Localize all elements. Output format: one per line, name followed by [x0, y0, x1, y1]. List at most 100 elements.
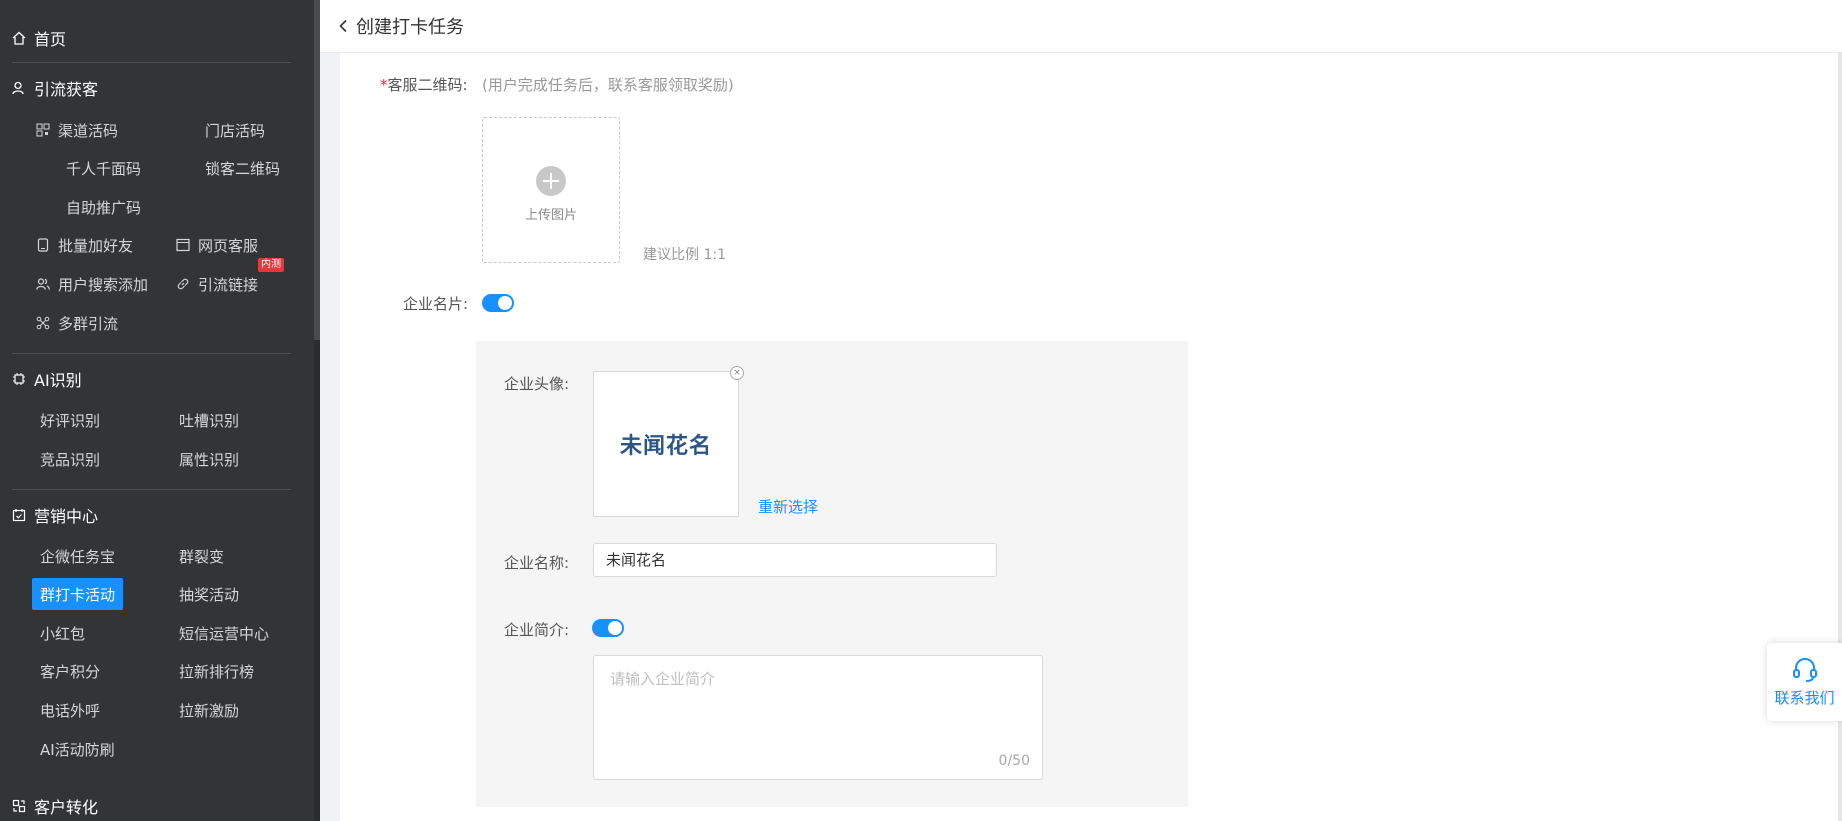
sidebar-item-group-fission[interactable]: 群裂变	[179, 541, 224, 571]
back-button[interactable]: 创建打卡任务	[338, 13, 464, 39]
avatar-label: 企业头像:	[504, 375, 570, 393]
avatar-image-text: 未闻花名	[619, 434, 712, 459]
sidebar: 首页 引流获客 渠道活码 门店活码 千人千面码 锁客二维码 自助推广码 批量加好…	[0, 0, 320, 821]
users-icon	[36, 278, 50, 290]
browser-icon	[176, 238, 190, 252]
sidebar-item-label: 网页客服	[198, 236, 259, 255]
sidebar-item-customer-points[interactable]: 客户积分	[40, 656, 100, 686]
sidebar-item-batch-add-friends[interactable]: 批量加好友	[36, 230, 133, 260]
sidebar-section-marketing[interactable]: 营销中心	[12, 503, 98, 527]
sidebar-item-label: 用户搜索添加	[58, 275, 149, 294]
sidebar-item-label: 企微任务宝	[40, 547, 116, 566]
sidebar-section-conversion[interactable]: 客户转化	[12, 794, 98, 818]
sidebar-item-label: 属性识别	[179, 450, 240, 469]
sidebar-item-outbound-call[interactable]: 电话外呼	[40, 695, 100, 725]
link-icon	[177, 278, 189, 290]
sidebar-item-personalized-code[interactable]: 千人千面码	[66, 153, 141, 183]
chip-icon	[13, 373, 25, 385]
sidebar-home-label: 首页	[34, 30, 67, 49]
convert-icon	[12, 799, 26, 813]
sidebar-item-lock-qrcode[interactable]: 锁客二维码	[205, 153, 280, 183]
sidebar-item-label: 群裂变	[179, 547, 225, 566]
sidebar-item-label: 竞品识别	[40, 450, 101, 469]
sidebar-item-sms-center[interactable]: 短信运营中心	[179, 618, 269, 648]
sidebar-section-title: 客户转化	[34, 798, 99, 817]
contact-us-label: 联系我们	[1774, 689, 1835, 707]
sidebar-item-ai-anti-fraud[interactable]: AI活动防刷	[40, 734, 115, 764]
sidebar-item-label: 渠道活码	[58, 121, 119, 140]
sidebar-item-label: 小红包	[40, 624, 86, 643]
phone-icon	[37, 238, 49, 252]
sidebar-item-label: 客户积分	[40, 662, 101, 681]
sidebar-item-user-search-add[interactable]: 用户搜索添加	[36, 269, 148, 299]
required-mark: *	[380, 76, 388, 94]
company-intro-label: 企业简介:	[504, 621, 570, 639]
share-icon	[36, 316, 50, 330]
qrcode-icon	[36, 123, 50, 137]
textarea-placeholder: 请输入企业简介	[610, 670, 716, 688]
sidebar-section-title: 引流获客	[34, 80, 99, 99]
sidebar-item-competitor[interactable]: 竞品识别	[40, 444, 100, 474]
company-name-input[interactable]: 未闻花名	[593, 543, 997, 577]
sidebar-section-title: 营销中心	[34, 507, 99, 526]
company-name-label: 企业名称:	[504, 554, 570, 572]
sidebar-item-label: 拉新激励	[179, 701, 240, 720]
sidebar-item-positive-review[interactable]: 好评识别	[40, 405, 100, 435]
business-card-toggle[interactable]	[482, 294, 514, 312]
sidebar-item-attribute[interactable]: 属性识别	[179, 444, 239, 474]
qrcode-label: *客服二维码:	[380, 74, 468, 95]
sidebar-item-ranking[interactable]: 拉新排行榜	[179, 656, 254, 686]
sidebar-item-channel-code[interactable]: 渠道活码	[36, 115, 118, 145]
sidebar-item-label: 门店活码	[205, 121, 266, 140]
home-icon	[12, 31, 26, 45]
sidebar-section-title: AI识别	[34, 371, 82, 390]
sidebar-item-label: 吐槽识别	[179, 411, 240, 430]
qrcode-upload[interactable]: 上传图片	[482, 117, 620, 263]
sidebar-item-label: 好评识别	[40, 411, 101, 430]
sidebar-item-red-packet[interactable]: 小红包	[40, 618, 85, 648]
sidebar-item-lottery[interactable]: 抽奖活动	[179, 579, 239, 609]
sidebar-item-web-service[interactable]: 网页客服	[176, 230, 258, 260]
sidebar-item-label: 短信运营中心	[179, 624, 270, 643]
sidebar-section-traffic[interactable]: 引流获客	[12, 76, 98, 100]
sidebar-item-label: AI活动防刷	[40, 740, 115, 759]
sidebar-item-task-treasure[interactable]: 企微任务宝	[40, 541, 115, 571]
qrcode-hint: (用户完成任务后，联系客服领取奖励)	[482, 76, 734, 94]
page-header: 创建打卡任务	[320, 0, 1842, 53]
sidebar-item-traffic-link[interactable]: 引流链接	[176, 269, 258, 299]
char-counter: 0/50	[998, 753, 1030, 769]
sidebar-item-label: 拉新排行榜	[179, 662, 255, 681]
company-intro-textarea[interactable]: 请输入企业简介 0/50	[593, 655, 1043, 780]
close-icon[interactable]: ×	[730, 366, 744, 380]
company-avatar[interactable]: 未闻花名	[593, 371, 739, 517]
user-icon	[12, 81, 24, 95]
sidebar-item-referral-incentive[interactable]: 拉新激励	[179, 695, 239, 725]
sidebar-item-label: 批量加好友	[58, 236, 134, 255]
sidebar-item-label: 锁客二维码	[205, 159, 281, 178]
contact-us-button[interactable]: 联系我们	[1767, 643, 1842, 721]
business-card-label: 企业名片:	[403, 295, 469, 313]
company-intro-toggle[interactable]	[592, 619, 624, 637]
calendar-icon	[12, 509, 26, 522]
beta-badge: 内测	[258, 258, 284, 272]
sidebar-item-label: 抽奖活动	[179, 585, 240, 604]
ratio-hint: 建议比例 1:1	[643, 247, 726, 263]
reselect-link[interactable]: 重新选择	[758, 496, 818, 517]
sidebar-item-label: 电话外呼	[40, 701, 101, 720]
sidebar-item-store-code[interactable]: 门店活码	[205, 115, 265, 145]
page-title: 创建打卡任务	[356, 17, 464, 38]
sidebar-item-complaint[interactable]: 吐槽识别	[179, 405, 239, 435]
plus-circle-icon	[536, 166, 566, 196]
sidebar-item-label: 群打卡活动	[40, 585, 116, 604]
upload-label: 上传图片	[524, 208, 577, 223]
sidebar-item-multi-group[interactable]: 多群引流	[36, 308, 118, 338]
sidebar-item-label: 引流链接	[198, 275, 259, 294]
sidebar-home[interactable]: 首页	[12, 26, 66, 50]
sidebar-divider	[12, 353, 291, 354]
sidebar-divider	[12, 489, 291, 490]
sidebar-section-ai[interactable]: AI识别	[12, 367, 82, 391]
sidebar-item-label: 自助推广码	[66, 198, 142, 217]
sidebar-item-group-checkin[interactable]: 群打卡活动	[32, 578, 124, 610]
sidebar-divider	[12, 62, 291, 63]
sidebar-item-self-promo-code[interactable]: 自助推广码	[66, 192, 141, 222]
